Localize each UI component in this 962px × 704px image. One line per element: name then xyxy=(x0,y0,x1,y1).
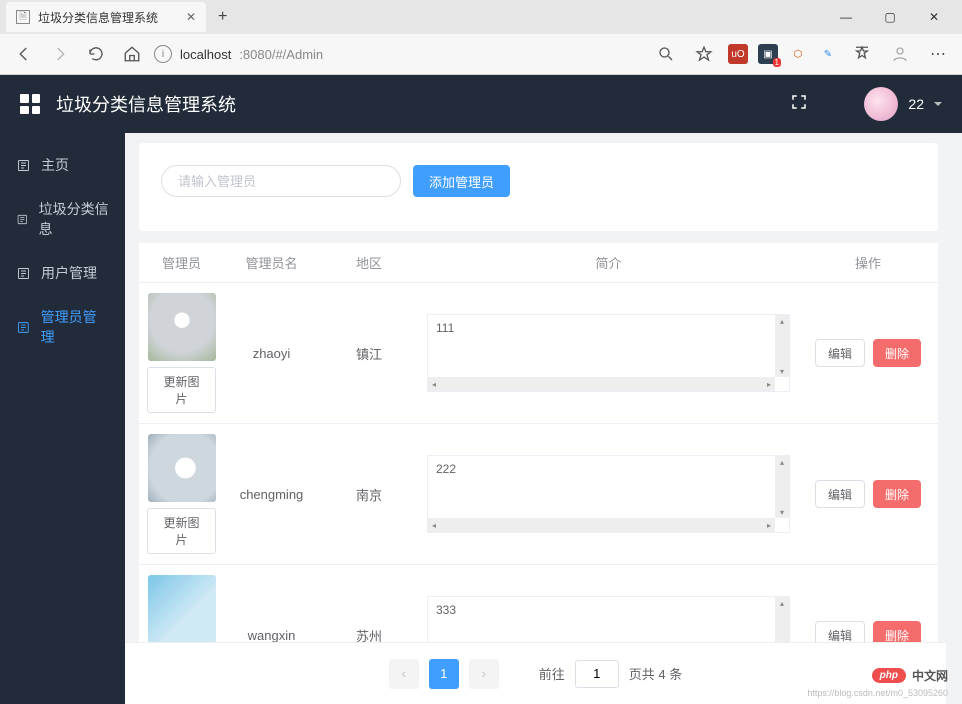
cell-name: zhaoyi xyxy=(224,283,319,423)
app-title: 垃圾分类信息管理系统 xyxy=(56,91,236,117)
goto-page-input[interactable] xyxy=(575,660,619,688)
site-info-icon[interactable]: i xyxy=(154,45,172,63)
devtools-ext-icon[interactable]: ▣1 xyxy=(758,44,778,64)
sidebar-item-3[interactable]: 管理员管理 xyxy=(0,295,125,359)
cell-image: 更新图片 xyxy=(139,424,224,564)
col-region: 地区 xyxy=(319,243,419,282)
sidebar-item-2[interactable]: 用户管理 xyxy=(0,251,125,295)
scroll-up-icon[interactable]: ▴ xyxy=(775,597,789,609)
fullscreen-icon[interactable] xyxy=(790,93,808,116)
cell-region: 南京 xyxy=(319,424,419,564)
url-host: localhost xyxy=(180,47,231,62)
col-desc: 简介 xyxy=(419,243,798,282)
scroll-left-icon[interactable]: ◂ xyxy=(428,377,440,391)
edit-button[interactable]: 编辑 xyxy=(815,480,865,508)
scroll-right-icon[interactable]: ▸ xyxy=(763,518,775,532)
close-window-button[interactable]: ✕ xyxy=(914,5,954,29)
update-image-button[interactable]: 更新图片 xyxy=(147,367,216,413)
user-menu[interactable]: 22 xyxy=(864,87,942,121)
home-button[interactable] xyxy=(118,40,146,68)
total-text: 页共 4 条 xyxy=(629,664,682,683)
sidebar-item-label: 垃圾分类信息 xyxy=(39,199,109,239)
page-number-current[interactable]: 1 xyxy=(429,659,459,689)
favorite-icon[interactable] xyxy=(690,40,718,68)
refresh-button[interactable] xyxy=(82,40,110,68)
cell-action: 编辑删除 xyxy=(798,283,938,423)
tab-title: 垃圾分类信息管理系统 xyxy=(38,9,158,26)
sidebar: 主页垃圾分类信息用户管理管理员管理 xyxy=(0,133,125,704)
delete-button[interactable]: 删除 xyxy=(873,339,921,367)
workspace: 主页垃圾分类信息用户管理管理员管理 添加管理员 管理员 管理员名 地区 简介 操… xyxy=(0,133,962,704)
page-next-button[interactable]: › xyxy=(469,659,499,689)
admin-table: 管理员 管理员名 地区 简介 操作 更新图片zhaoyi镇江111▴▾◂▸编辑删… xyxy=(139,243,938,704)
content-scroll[interactable]: 添加管理员 管理员 管理员名 地区 简介 操作 更新图片zhaoyi镇江111▴… xyxy=(125,133,962,704)
sidebar-item-1[interactable]: 垃圾分类信息 xyxy=(0,187,125,251)
address-bar: i localhost :8080/#/Admin uO ▣1 ⬡ ✎ ⋯ xyxy=(0,34,962,74)
sidebar-item-label: 主页 xyxy=(41,155,69,175)
translate-ext-icon[interactable]: ✎ xyxy=(818,44,838,64)
cell-action: 编辑删除 xyxy=(798,424,938,564)
cell-desc: 111▴▾◂▸ xyxy=(419,283,798,423)
toolbar-panel: 添加管理员 xyxy=(139,143,938,231)
adblock-ext-icon[interactable]: uO xyxy=(728,44,748,64)
desc-textarea[interactable]: 111▴▾◂▸ xyxy=(427,314,790,392)
goto-label: 前往 xyxy=(539,664,565,683)
col-image: 管理员 xyxy=(139,243,224,282)
cell-region: 镇江 xyxy=(319,283,419,423)
delete-button[interactable]: 删除 xyxy=(873,480,921,508)
screenshot-ext-icon[interactable]: ⬡ xyxy=(788,44,808,64)
browser-chrome: 🗎 垃圾分类信息管理系统 ✕ + — ▢ ✕ i localhost :8080/… xyxy=(0,0,962,75)
app-header: 垃圾分类信息管理系统 22 xyxy=(0,75,962,133)
table-header: 管理员 管理员名 地区 简介 操作 xyxy=(139,243,938,283)
browser-tab[interactable]: 🗎 垃圾分类信息管理系统 ✕ xyxy=(6,2,206,32)
scroll-right-icon[interactable]: ▸ xyxy=(763,377,775,391)
scroll-down-icon[interactable]: ▾ xyxy=(775,506,789,518)
watermark-faint: https://blog.csdn.net/m0_53095260 xyxy=(807,688,948,698)
app-menu-icon[interactable] xyxy=(20,94,40,114)
avatar xyxy=(864,87,898,121)
tab-bar: 🗎 垃圾分类信息管理系统 ✕ + — ▢ ✕ xyxy=(0,0,962,34)
nav-forward-button[interactable] xyxy=(46,40,74,68)
url-field[interactable]: i localhost :8080/#/Admin xyxy=(154,45,644,63)
edit-button[interactable]: 编辑 xyxy=(815,339,865,367)
cell-name: chengming xyxy=(224,424,319,564)
scroll-left-icon[interactable]: ◂ xyxy=(428,518,440,532)
sidebar-item-0[interactable]: 主页 xyxy=(0,143,125,187)
scroll-up-icon[interactable]: ▴ xyxy=(775,315,789,327)
sidebar-item-label: 管理员管理 xyxy=(41,307,109,347)
search-icon[interactable] xyxy=(652,40,680,68)
sidebar-item-label: 用户管理 xyxy=(41,263,97,283)
update-image-button[interactable]: 更新图片 xyxy=(147,508,216,554)
chevron-down-icon xyxy=(934,102,942,106)
maximize-button[interactable]: ▢ xyxy=(870,5,910,29)
toolbar-extensions: uO ▣1 ⬡ ✎ ⋯ xyxy=(652,40,952,68)
more-menu-icon[interactable]: ⋯ xyxy=(924,40,952,68)
window-controls: — ▢ ✕ xyxy=(826,5,962,29)
admin-thumbnail xyxy=(148,434,216,502)
url-path: :8080/#/Admin xyxy=(239,47,323,62)
page-prev-button[interactable]: ‹ xyxy=(389,659,419,689)
desc-textarea[interactable]: 222▴▾◂▸ xyxy=(427,455,790,533)
user-name: 22 xyxy=(908,96,924,112)
cell-desc: 222▴▾◂▸ xyxy=(419,424,798,564)
cell-image: 更新图片 xyxy=(139,283,224,423)
scroll-up-icon[interactable]: ▴ xyxy=(775,456,789,468)
add-admin-button[interactable]: 添加管理员 xyxy=(413,165,510,197)
main-content: 添加管理员 管理员 管理员名 地区 简介 操作 更新图片zhaoyi镇江111▴… xyxy=(125,133,962,704)
minimize-button[interactable]: — xyxy=(826,5,866,29)
table-row: 更新图片chengming南京222▴▾◂▸编辑删除 xyxy=(139,424,938,565)
profile-icon[interactable] xyxy=(886,40,914,68)
new-tab-button[interactable]: + xyxy=(210,8,235,26)
table-row: 更新图片zhaoyi镇江111▴▾◂▸编辑删除 xyxy=(139,283,938,424)
admin-thumbnail xyxy=(148,575,216,643)
page-favicon-icon: 🗎 xyxy=(16,10,30,24)
col-name: 管理员名 xyxy=(224,243,319,282)
favorites-list-icon[interactable] xyxy=(848,40,876,68)
scroll-down-icon[interactable]: ▾ xyxy=(775,365,789,377)
nav-back-button[interactable] xyxy=(10,40,38,68)
close-tab-icon[interactable]: ✕ xyxy=(186,10,196,24)
col-action: 操作 xyxy=(798,243,938,282)
search-input[interactable] xyxy=(161,165,401,197)
admin-thumbnail xyxy=(148,293,216,361)
